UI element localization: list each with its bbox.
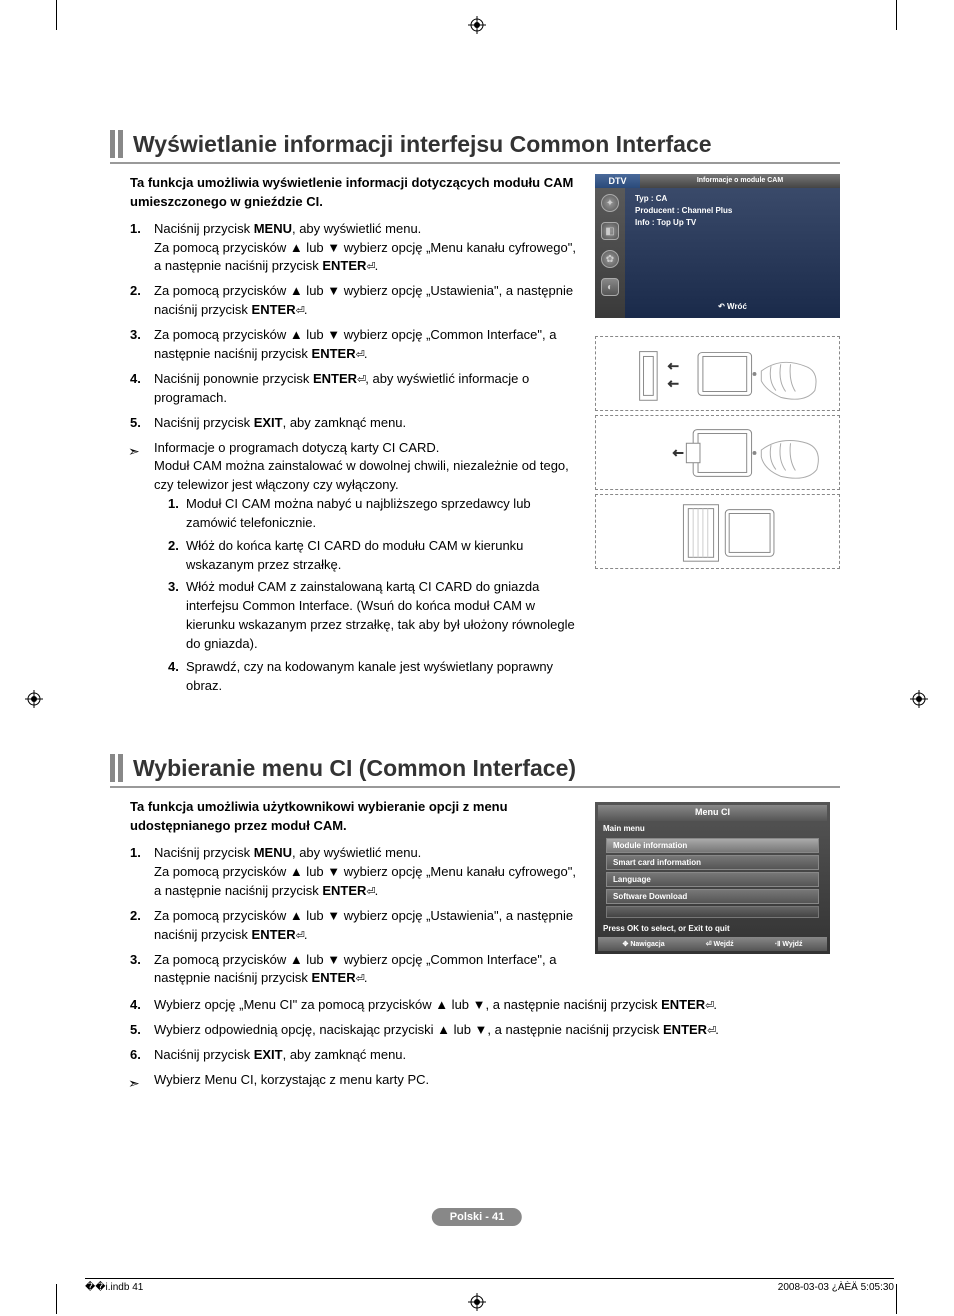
osd2-enter: ⏎ Wejdź bbox=[706, 940, 734, 948]
heading-bars-icon bbox=[110, 754, 123, 782]
enter-icon: ⏎ bbox=[296, 305, 304, 317]
crop-mark bbox=[896, 0, 897, 30]
note-sub-2: Włóż do końca kartę CI CARD do modułu CA… bbox=[168, 537, 580, 575]
osd2-item-module-info: Module information bbox=[606, 838, 819, 853]
enter-icon: ⏎ bbox=[366, 261, 374, 273]
s2-step-5: Wybierz odpowiednią opcję, naciskając pr… bbox=[130, 1021, 840, 1040]
note-sub-4: Sprawdź, czy na kodowanym kanale jest wy… bbox=[168, 658, 580, 696]
osd2-title: Menu CI bbox=[598, 805, 827, 821]
enter-icon: ⏎ bbox=[366, 886, 374, 898]
step-2: Za pomocą przycisków ▲ lub ▼ wybierz opc… bbox=[130, 282, 580, 320]
enter-icon: ⏎ bbox=[357, 374, 365, 386]
enter-icon: ⏎ bbox=[296, 930, 304, 942]
page-content: Wyświetlanie informacji interfejsu Commo… bbox=[110, 100, 840, 1090]
osd2-exit: ⋅Ⅱ Wyjdź bbox=[775, 940, 803, 948]
registration-mark-icon bbox=[25, 690, 43, 708]
step-1: Naciśnij przycisk MENU, aby wyświetlić m… bbox=[130, 220, 580, 277]
osd-dtv-badge: DTV bbox=[595, 174, 640, 188]
osd2-item-software: Software Download bbox=[606, 889, 819, 904]
section-heading-2: Wybieranie menu CI (Common Interface) bbox=[110, 754, 840, 788]
page-number: Polski - 41 bbox=[432, 1208, 522, 1226]
tool-icon: ◧ bbox=[601, 222, 619, 240]
s2-step-4: Wybierz opcję „Menu CI" za pomocą przyci… bbox=[130, 996, 840, 1015]
osd-line-producer: Producent : Channel Plus bbox=[635, 206, 830, 215]
globe-icon: ✦ bbox=[601, 194, 619, 212]
gear-icon: ✿ bbox=[601, 250, 619, 268]
s2-step-6: Naciśnij przycisk EXIT, aby zamknąć menu… bbox=[130, 1046, 840, 1065]
osd2-main-menu-label: Main menu bbox=[598, 821, 827, 836]
osd-cam-info: DTV Informacje o module CAM ✦ ◧ ✿ ◐ Typ … bbox=[595, 174, 840, 332]
osd2-empty-row bbox=[606, 906, 819, 918]
print-footer: ��i.indb 41 2008-03-03 ¿ÀÈÄ 5:05:30 bbox=[85, 1278, 894, 1293]
osd2-nav: ✥ Nawigacja bbox=[623, 940, 665, 948]
crop-mark bbox=[56, 1284, 57, 1314]
step-5: Naciśnij przycisk EXIT, aby zamknąć menu… bbox=[130, 414, 580, 433]
osd-line-info: Info : Top Up TV bbox=[635, 218, 830, 227]
insert-card-diagram-1 bbox=[595, 336, 840, 411]
note-block: ➣ Informacje o programach dotyczą karty … bbox=[130, 439, 580, 696]
s2-step-3: Za pomocą przycisków ▲ lub ▼ wybierz opc… bbox=[130, 951, 580, 989]
s2-step-2: Za pomocą przycisków ▲ lub ▼ wybierz opc… bbox=[130, 907, 580, 945]
osd2-hint: Press OK to select, or Exit to quit bbox=[598, 920, 827, 937]
note-sub-3: Włóż moduł CAM z zainstalowaną kartą CI … bbox=[168, 578, 580, 653]
osd-sidebar: ✦ ◧ ✿ ◐ bbox=[595, 188, 625, 318]
heading-2-text: Wybieranie menu CI (Common Interface) bbox=[133, 755, 576, 782]
registration-mark-icon bbox=[468, 1293, 486, 1311]
return-icon: ↶ bbox=[718, 302, 725, 311]
enter-icon: ⏎ bbox=[707, 1025, 715, 1037]
footer-file: ��i.indb 41 bbox=[85, 1282, 143, 1293]
note-arrow-icon: ➣ bbox=[128, 1073, 140, 1093]
insert-card-diagram-3 bbox=[595, 494, 840, 569]
footer-timestamp: 2008-03-03 ¿ÀÈÄ 5:05:30 bbox=[778, 1282, 894, 1293]
insert-card-diagram-2 bbox=[595, 415, 840, 490]
registration-mark-icon bbox=[910, 690, 928, 708]
section-1-intro: Ta funkcja umożliwia wyświetlenie inform… bbox=[130, 174, 580, 212]
osd-title: Informacje o module CAM bbox=[640, 174, 840, 188]
crop-mark bbox=[896, 1284, 897, 1314]
osd-return-hint: ↶ Wróć bbox=[625, 302, 840, 311]
s2-step-1: Naciśnij przycisk MENU, aby wyświetlić m… bbox=[130, 844, 580, 901]
section-2-intro: Ta funkcja umożliwia użytkownikowi wybie… bbox=[130, 798, 580, 836]
enter-icon: ⏎ bbox=[705, 1000, 713, 1012]
step-4: Naciśnij ponownie przycisk ENTER⏎, aby w… bbox=[130, 370, 580, 408]
enter-icon: ⏎ bbox=[356, 349, 364, 361]
heading-bars-icon bbox=[110, 130, 123, 158]
osd2-item-smartcard: Smart card information bbox=[606, 855, 819, 870]
section-2-body: Ta funkcja umożliwia użytkownikowi wybie… bbox=[110, 798, 580, 994]
osd-ci-menu: Menu CI Main menu Module information Sma… bbox=[595, 802, 830, 954]
enter-icon: ⏎ bbox=[356, 973, 364, 985]
osd-line-type: Typ : CA bbox=[635, 194, 830, 203]
osd2-footer: ✥ Nawigacja ⏎ Wejdź ⋅Ⅱ Wyjdź bbox=[598, 937, 827, 951]
registration-mark-icon bbox=[468, 16, 486, 34]
enter-icon: ⏎ bbox=[706, 941, 714, 948]
osd2-item-language: Language bbox=[606, 872, 819, 887]
crop-mark bbox=[56, 0, 57, 30]
section-1-body: Ta funkcja umożliwia wyświetlenie inform… bbox=[110, 174, 580, 699]
lang-icon: ◐ bbox=[601, 278, 619, 296]
section-heading-1: Wyświetlanie informacji interfejsu Commo… bbox=[110, 130, 840, 164]
note-sub-1: Moduł CI CAM można nabyć u najbliższego … bbox=[168, 495, 580, 533]
heading-1-text: Wyświetlanie informacji interfejsu Commo… bbox=[133, 131, 712, 158]
step-3: Za pomocą przycisków ▲ lub ▼ wybierz opc… bbox=[130, 326, 580, 364]
note-block-2: ➣ Wybierz Menu CI, korzystając z menu ka… bbox=[130, 1071, 840, 1090]
note-arrow-icon: ➣ bbox=[128, 441, 140, 461]
section-2-body-cont: Wybierz opcję „Menu CI" za pomocą przyci… bbox=[110, 996, 840, 1090]
osd-main-panel: Typ : CA Producent : Channel Plus Info :… bbox=[625, 188, 840, 318]
